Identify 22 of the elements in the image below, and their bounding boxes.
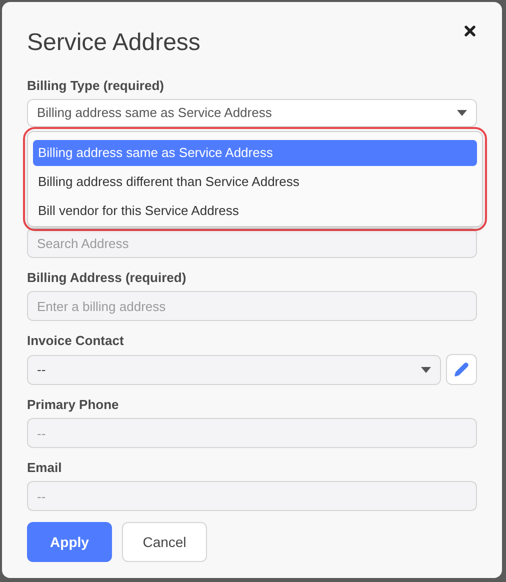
dropdown-option[interactable]: Billing address different than Service Address (33, 169, 477, 195)
select-field[interactable]: Billing address same as Service Address (27, 99, 477, 127)
cancel-button[interactable]: Cancel (122, 522, 207, 562)
edit-button[interactable] (446, 354, 477, 385)
dropdown-option[interactable]: Billing address same as Service Address (33, 140, 477, 166)
field-label: Billing Type (required) (27, 78, 165, 94)
input-field[interactable]: -- (27, 481, 477, 511)
input-field[interactable]: Search Address (27, 228, 477, 258)
field-label: Invoice Contact (27, 333, 125, 349)
dropdown-option[interactable]: Bill vendor for this Service Address (33, 198, 477, 224)
select-field[interactable]: -- (27, 354, 441, 384)
field-label: Billing Address (required) (27, 270, 188, 286)
input-field[interactable]: -- (27, 418, 477, 448)
apply-button[interactable]: Apply (27, 522, 112, 562)
pencil-icon (454, 362, 469, 377)
caret-icon (457, 110, 467, 116)
dialog-title: Service Address (27, 28, 200, 58)
close-icon[interactable] (462, 23, 478, 39)
caret-icon (421, 366, 431, 372)
field-label: Email (27, 460, 63, 476)
field-label: Primary Phone (27, 397, 120, 413)
input-field[interactable]: Enter a billing address (27, 291, 477, 321)
